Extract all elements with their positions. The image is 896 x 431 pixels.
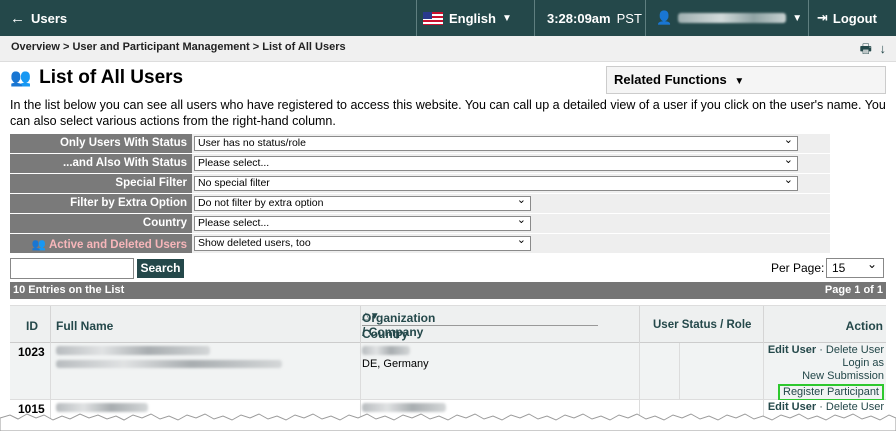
torn-edge-decoration [0,413,896,431]
page-tools: 🖶 ↓ [860,40,886,62]
edit-user-link[interactable]: Edit User [768,344,816,356]
also-status-select[interactable]: Please select... [194,154,798,171]
redacted-full-name[interactable] [56,346,210,355]
related-functions-label: Related Functions [614,72,727,87]
per-page-select[interactable]: 15 [826,257,884,278]
user-menu[interactable]: 👤 ▼ [645,0,808,36]
filter-row-special: Special Filter No special filter [10,174,830,194]
users-icon: 👥 [31,239,49,251]
logout-label: Logout [832,10,877,26]
download-arrow-icon[interactable]: ↓ [880,41,887,56]
special-filter-select[interactable]: No special filter [194,174,798,191]
redacted-organization [362,403,446,412]
filter-table: Only Users With Status User has no statu… [10,134,830,254]
arrow-left-icon: ← [10,9,25,27]
redacted-organization [362,346,410,355]
clock: 3:28:09am PST [534,0,645,36]
col-country[interactable]: Country [362,327,408,341]
table-header: ID Full Name Organization / Company △▼ C… [10,305,886,344]
col-status: User Status / Role [653,319,752,331]
filter-label-text: Active and Deleted Users [48,239,187,251]
filter-label: Country [10,214,192,234]
time-value: 3:28:09am [547,10,611,26]
row-actions: Edit User · Delete User Login as New Sub… [768,344,884,401]
chevron-down-icon: ▼ [501,12,512,24]
search-input[interactable] [10,258,134,279]
redacted-username [678,13,787,23]
col-full-name[interactable]: Full Name [56,319,113,333]
breadcrumb[interactable]: Overview > User and Participant Manageme… [11,41,346,53]
page-indicator: Page 1 of 1 [824,284,883,296]
related-functions-dropdown[interactable]: Related Functions ▼ [606,66,886,94]
back-label: Users [31,10,68,26]
language-label: English [449,10,496,26]
col-action: Action [845,319,883,333]
separator: · [816,344,826,356]
language-selector[interactable]: English ▼ [416,0,534,36]
filter-label: Only Users With Status [10,134,192,154]
filter-label: Filter by Extra Option [10,194,192,214]
chevron-down-icon: ▼ [734,76,745,87]
filter-row-country: Country Please select... [10,214,830,234]
entries-count: 10 Entries on the List [13,284,125,296]
logout-icon: ⇥ [817,10,828,25]
filter-row-active-deleted: 👥 Active and Deleted Users Show deleted … [10,234,830,254]
chevron-down-icon: ▼ [792,12,803,24]
delete-user-link[interactable]: Delete User [826,344,884,356]
print-icon[interactable]: 🖶 [860,41,872,56]
intro-text: In the list below you can see all users … [10,98,886,128]
uk-flag-icon [423,11,443,25]
active-deleted-select[interactable]: Show deleted users, too [194,234,531,251]
user-id: 1023 [18,345,45,359]
filter-label: 👥 Active and Deleted Users [10,234,192,254]
logout-button[interactable]: ⇥ Logout [808,0,896,36]
search-button[interactable]: Search [137,259,184,278]
users-icon: 👥 [10,68,32,87]
filter-label: ...and Also With Status [10,154,192,174]
top-navigation-bar: ← Users English ▼ 3:28:09am PST 👤 ▼ ⇥ Lo… [0,0,896,36]
back-to-users-link[interactable]: ← Users [0,0,416,36]
filter-row-status: Only Users With Status User has no statu… [10,134,830,154]
redacted-full-name[interactable] [56,403,148,412]
page-title: 👥 List of All Users [10,67,183,89]
list-info-bar: 10 Entries on the List Page 1 of 1 [10,282,886,299]
country-select[interactable]: Please select... [194,214,531,231]
breadcrumb-bar: Overview > User and Participant Manageme… [0,36,896,62]
page-title-text: List of All Users [39,67,184,88]
redacted-email [56,360,282,368]
per-page-label: Per Page: [771,261,825,275]
user-icon: 👤 [656,10,673,25]
new-submission-link[interactable]: New Submission [768,370,884,383]
col-id[interactable]: ID [26,319,38,333]
status-select[interactable]: User has no status/role [194,134,798,151]
filter-row-extra-option: Filter by Extra Option Do not filter by … [10,194,830,214]
extra-option-select[interactable]: Do not filter by extra option [194,194,531,211]
filter-row-also-status: ...and Also With Status Please select... [10,154,830,174]
filter-label: Special Filter [10,174,192,194]
sort-icon[interactable]: △▼ [362,311,380,322]
login-as-link[interactable]: Login as [768,357,884,370]
table-row: 1023 DE, Germany Edit User · Delete User… [10,343,886,401]
timezone-value: PST [616,10,642,26]
register-participant-link[interactable]: Register Participant [778,384,884,401]
country-value: DE, Germany [362,358,429,370]
